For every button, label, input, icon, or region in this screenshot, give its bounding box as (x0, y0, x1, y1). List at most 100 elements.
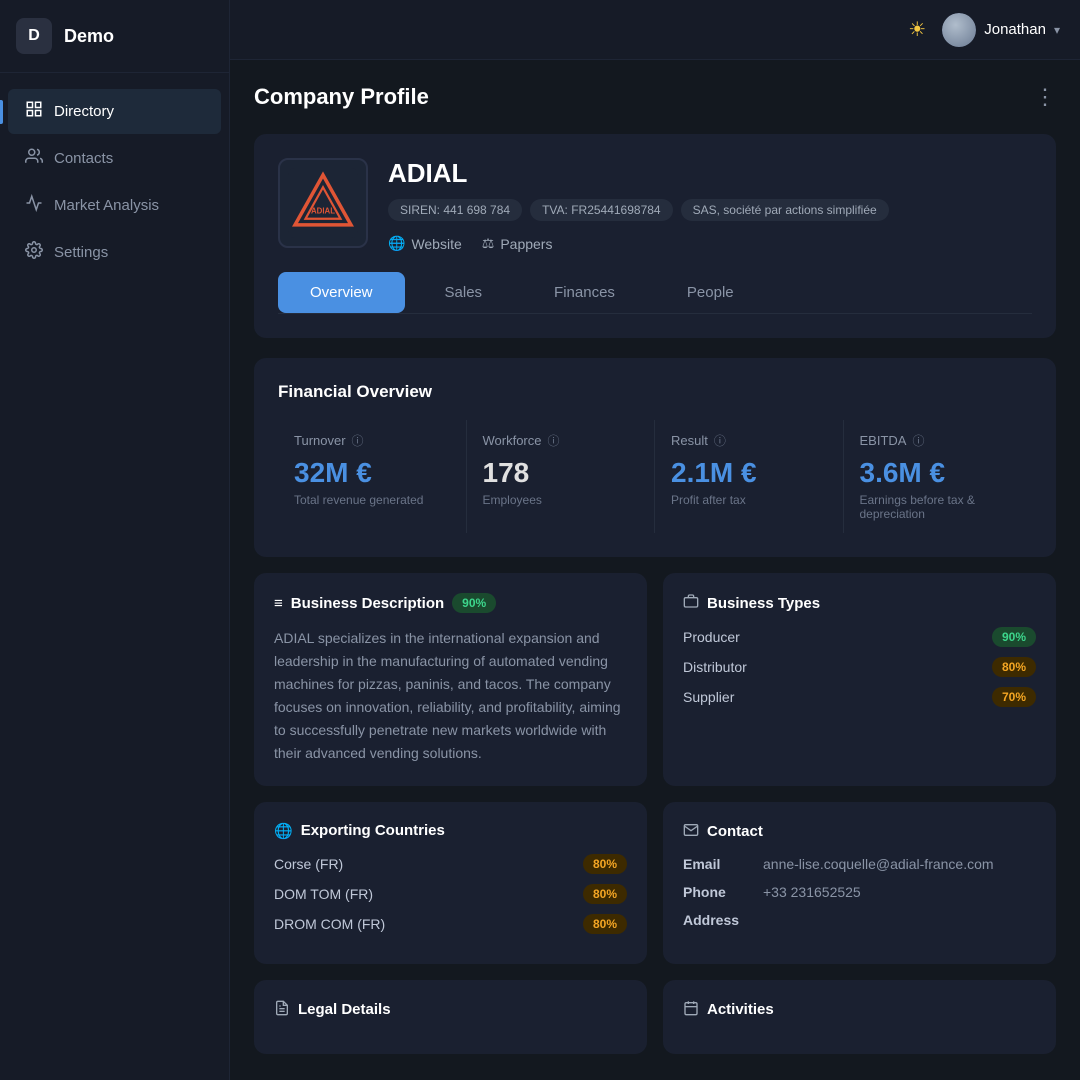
market-analysis-icon (24, 194, 44, 217)
sidebar-item-contacts[interactable]: Contacts (8, 136, 221, 181)
ebitda-label: EBITDA ⓘ (860, 432, 1017, 449)
svg-text:ADIAL: ADIAL (311, 207, 335, 216)
user-name: Jonathan (984, 21, 1046, 38)
financial-workforce: Workforce ⓘ 178 Employees (467, 420, 656, 533)
email-value: anne-lise.coquelle@adial-france.com (763, 856, 994, 872)
list-icon: ≡ (274, 595, 283, 612)
siren-badge: SIREN: 441 698 784 (388, 199, 522, 221)
business-type-label-2: Supplier (683, 689, 734, 705)
activities-card: Activities (663, 980, 1056, 1054)
business-type-row-0: Producer 90% (683, 627, 1036, 647)
company-info: ADIAL SIREN: 441 698 784 TVA: FR25441698… (388, 158, 1032, 252)
phone-label: Phone (683, 884, 763, 900)
tab-finances[interactable]: Finances (522, 272, 647, 313)
sidebar-item-market-analysis-label: Market Analysis (54, 197, 159, 214)
website-link[interactable]: 🌐 Website (388, 235, 462, 252)
contact-card: Contact Email anne-lise.coquelle@adial-f… (663, 802, 1056, 964)
sidebar-nav: Directory Contacts Market Analysis (0, 73, 229, 291)
globe-icon: 🌐 (388, 235, 405, 252)
financial-turnover: Turnover ⓘ 32M € Total revenue generated (278, 420, 467, 533)
country-row-0: Corse (FR) 80% (274, 854, 627, 874)
contact-address-row: Address (683, 912, 1036, 928)
country-label-0: Corse (FR) (274, 856, 343, 872)
settings-icon (24, 241, 44, 264)
company-links: 🌐 Website ⚖ Pappers (388, 235, 1032, 252)
business-type-label-0: Producer (683, 629, 740, 645)
business-type-row-1: Distributor 80% (683, 657, 1036, 677)
topbar: ☀ Jonathan ▾ (230, 0, 1080, 60)
more-options-icon[interactable]: ⋮ (1034, 84, 1056, 110)
business-description-text: ADIAL specializes in the international e… (274, 627, 627, 766)
turnover-info-icon: ⓘ (352, 432, 364, 449)
page-header: Company Profile ⋮ (254, 84, 1056, 110)
avatar (942, 13, 976, 47)
financial-grid: Turnover ⓘ 32M € Total revenue generated… (278, 420, 1032, 533)
company-badges: SIREN: 441 698 784 TVA: FR25441698784 SA… (388, 199, 1032, 221)
sidebar-item-directory[interactable]: Directory (8, 89, 221, 134)
country-conf-2: 80% (583, 914, 627, 934)
country-label-2: DROM COM (FR) (274, 916, 385, 932)
ebitda-info-icon: ⓘ (912, 432, 924, 449)
business-type-conf-0: 90% (992, 627, 1036, 647)
turnover-label: Turnover ⓘ (294, 432, 450, 449)
sidebar-header: D Demo (0, 0, 229, 73)
pappers-label: Pappers (500, 236, 552, 252)
mail-icon (683, 822, 699, 842)
business-type-conf-2: 70% (992, 687, 1036, 707)
tab-sales[interactable]: Sales (413, 272, 515, 313)
financial-ebitda: EBITDA ⓘ 3.6M € Earnings before tax & de… (844, 420, 1033, 533)
country-conf-0: 80% (583, 854, 627, 874)
pappers-link[interactable]: ⚖ Pappers (482, 235, 553, 252)
contacts-icon (24, 147, 44, 170)
company-logo: ADIAL (278, 158, 368, 248)
company-card: ADIAL ADIAL SIREN: 441 698 784 TVA: FR25… (254, 134, 1056, 338)
business-description-title: ≡ Business Description 90% (274, 593, 627, 613)
financial-overview-card: Financial Overview Turnover ⓘ 32M € Tota… (254, 358, 1056, 557)
result-info-icon: ⓘ (714, 432, 726, 449)
avatar-image (942, 13, 976, 47)
email-label: Email (683, 856, 763, 872)
result-label: Result ⓘ (671, 432, 827, 449)
content-area: Company Profile ⋮ ADIAL ADIAL SIREN: 4 (230, 60, 1080, 1080)
turnover-desc: Total revenue generated (294, 493, 450, 507)
business-description-confidence: 90% (452, 593, 496, 613)
workforce-value: 178 (483, 457, 639, 489)
legal-details-title: Legal Details (274, 1000, 627, 1020)
result-desc: Profit after tax (671, 493, 827, 507)
tab-overview[interactable]: Overview (278, 272, 405, 313)
directory-icon (24, 100, 44, 123)
ebitda-value: 3.6M € (860, 457, 1017, 489)
business-type-label-1: Distributor (683, 659, 747, 675)
exporting-countries-card: 🌐 Exporting Countries Corse (FR) 80% DOM… (254, 802, 647, 964)
website-label: Website (411, 236, 461, 252)
tva-badge: TVA: FR25441698784 (530, 199, 673, 221)
bottom-cards: Legal Details Activities (254, 980, 1056, 1054)
activities-title: Activities (683, 1000, 1036, 1020)
globe-icon-2: 🌐 (274, 822, 293, 840)
main-area: ☀ Jonathan ▾ Company Profile ⋮ (230, 0, 1080, 1080)
workforce-desc: Employees (483, 493, 639, 507)
exporting-countries-title: 🌐 Exporting Countries (274, 822, 627, 840)
workforce-label: Workforce ⓘ (483, 432, 639, 449)
turnover-value: 32M € (294, 457, 450, 489)
legal-icon (274, 1000, 290, 1020)
company-name: ADIAL (388, 158, 1032, 189)
country-conf-1: 80% (583, 884, 627, 904)
business-type-row-2: Supplier 70% (683, 687, 1036, 707)
user-menu[interactable]: Jonathan ▾ (942, 13, 1060, 47)
sidebar-item-settings[interactable]: Settings (8, 230, 221, 275)
sidebar-item-contacts-label: Contacts (54, 150, 113, 167)
activities-icon (683, 1000, 699, 1020)
chevron-down-icon: ▾ (1054, 23, 1060, 37)
financial-overview-title: Financial Overview (278, 382, 1032, 402)
sidebar-item-market-analysis[interactable]: Market Analysis (8, 183, 221, 228)
address-label: Address (683, 912, 763, 928)
financial-result: Result ⓘ 2.1M € Profit after tax (655, 420, 844, 533)
ebitda-desc: Earnings before tax & depreciation (860, 493, 1017, 521)
two-col-row-1: ≡ Business Description 90% ADIAL special… (254, 573, 1056, 786)
page-title: Company Profile (254, 84, 429, 110)
tab-people[interactable]: People (655, 272, 766, 313)
sidebar: D Demo Directory Contacts (0, 0, 230, 1080)
contact-title: Contact (683, 822, 1036, 842)
sun-icon[interactable]: ☀ (908, 17, 926, 42)
